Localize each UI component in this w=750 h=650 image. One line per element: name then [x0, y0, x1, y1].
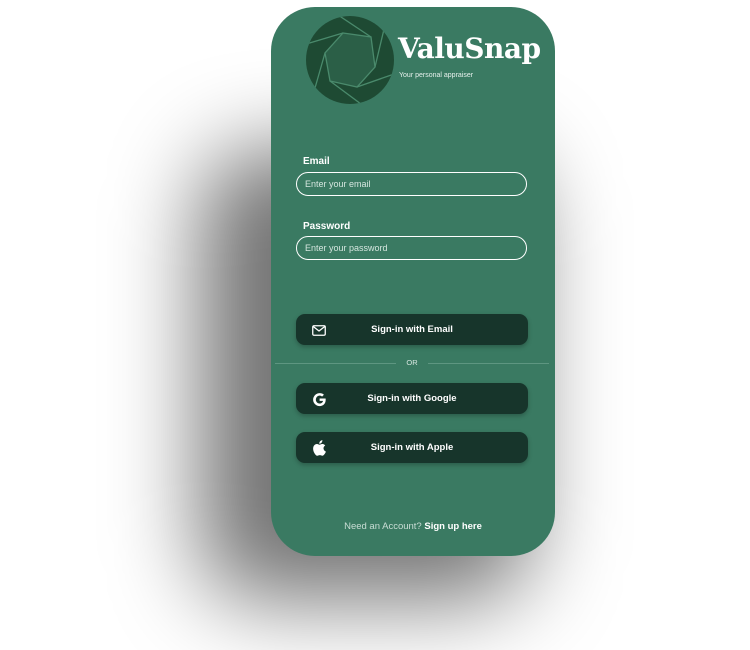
- sign-in-email-button[interactable]: Sign-in with Email: [296, 314, 528, 345]
- google-icon: [311, 391, 327, 407]
- camera-aperture-icon: [305, 15, 395, 105]
- apple-icon: [311, 440, 327, 456]
- password-field[interactable]: [296, 236, 527, 260]
- or-divider: OR: [275, 357, 549, 369]
- signup-link[interactable]: Sign up here: [424, 521, 482, 532]
- sign-in-apple-button[interactable]: Sign-in with Apple: [296, 432, 528, 463]
- email-label: Email: [303, 156, 330, 167]
- sign-in-google-label: Sign-in with Google: [367, 393, 457, 404]
- sign-in-email-label: Sign-in with Email: [371, 324, 453, 335]
- brand-name: ValuSnap: [398, 32, 541, 65]
- email-field[interactable]: [296, 172, 527, 196]
- envelope-icon: [311, 322, 327, 338]
- login-screen: ValuSnap Your personal appraiser Email P…: [271, 7, 555, 556]
- divider-label: OR: [406, 358, 418, 367]
- signup-prompt: Need an Account? Sign up here: [271, 521, 555, 532]
- password-label: Password: [303, 221, 351, 232]
- stage: ValuSnap Your personal appraiser Email P…: [0, 0, 750, 650]
- sign-in-google-button[interactable]: Sign-in with Google: [296, 383, 528, 414]
- signup-prompt-text: Need an Account?: [344, 521, 422, 532]
- sign-in-apple-label: Sign-in with Apple: [370, 442, 454, 453]
- brand-tagline: Your personal appraiser: [399, 72, 474, 79]
